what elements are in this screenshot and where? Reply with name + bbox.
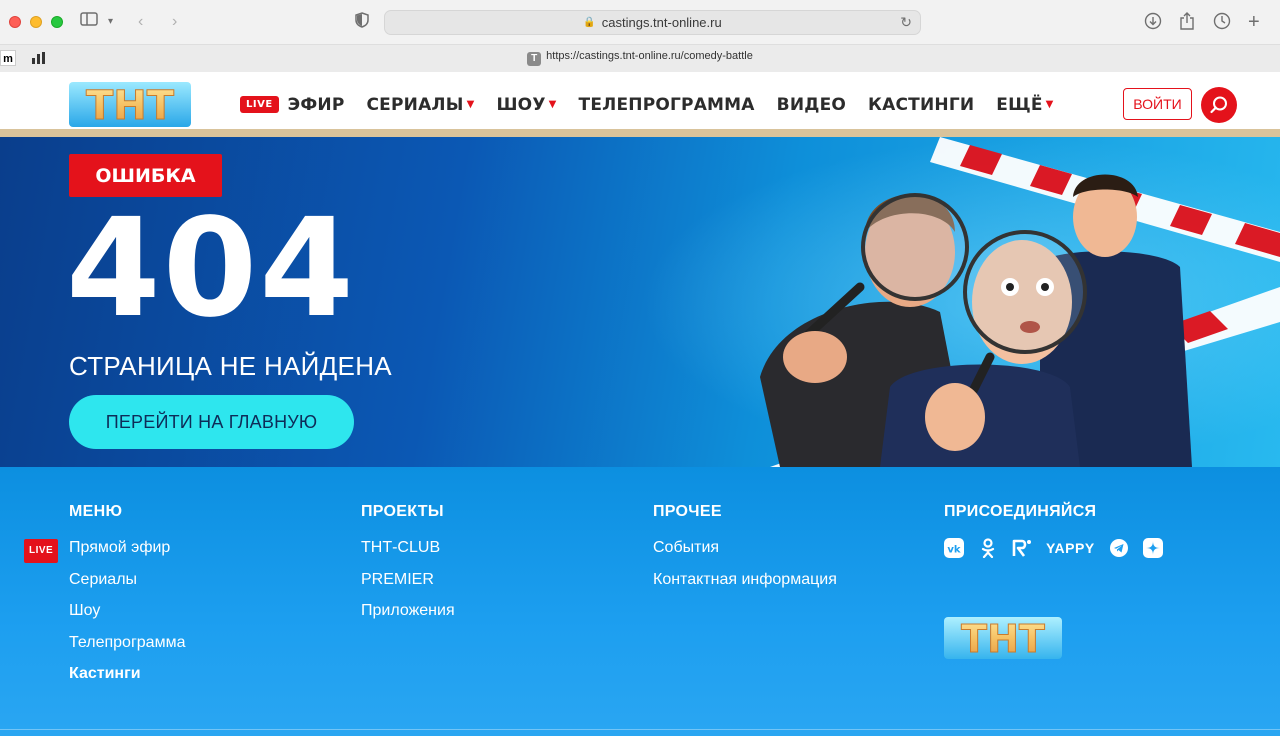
new-tab-icon[interactable]: +: [1248, 12, 1260, 32]
footer-link-events[interactable]: События: [653, 538, 837, 570]
address-bar[interactable]: 🔒 castings.tnt-online.ru ↻: [384, 10, 921, 35]
footer-link-apps[interactable]: Приложения: [361, 601, 455, 633]
hero-illustration: [740, 137, 1280, 467]
privacy-shield-icon[interactable]: [355, 12, 369, 34]
nav-item-live[interactable]: LIVE ЭФИР: [240, 95, 345, 115]
zoom-window-button[interactable]: [51, 16, 63, 28]
footer-menu-title: МЕНЮ: [69, 503, 123, 520]
telegram-icon[interactable]: [1109, 538, 1129, 558]
address-text: castings.tnt-online.ru: [601, 15, 722, 30]
footer-other-title: ПРОЧЕЕ: [653, 503, 722, 520]
lock-icon: 🔒: [583, 17, 596, 28]
footer-join-column: ПРИСОЕДИНЯЙСЯ vk YAPPY: [944, 503, 1163, 558]
nav-label: СЕРИАЛЫ: [366, 94, 464, 115]
svg-text:ТНТ: ТНТ: [961, 617, 1045, 659]
minimize-window-button[interactable]: [30, 16, 42, 28]
browser-chrome: ▾ ‹ › 🔒 castings.tnt-online.ru ↻ + m Tht…: [0, 0, 1280, 72]
footer-link-contacts[interactable]: Контактная информация: [653, 570, 837, 602]
yappy-icon[interactable]: YAPPY: [1046, 540, 1095, 556]
share-icon[interactable]: [1179, 12, 1195, 36]
nav-item-shows[interactable]: ШОУ ▼: [496, 95, 556, 115]
reload-icon[interactable]: ↻: [900, 14, 912, 31]
site-footer: МЕНЮ LIVE Прямой эфир Сериалы Шоу Телепр…: [0, 467, 1280, 736]
nav-label: ШОУ: [496, 94, 546, 115]
error-message: СТРАНИЦА НЕ НАЙДЕНА: [69, 351, 392, 381]
svg-text:ТНТ: ТНТ: [86, 83, 175, 127]
forward-icon[interactable]: ›: [172, 12, 177, 32]
nav-label: ВИДЕО: [776, 94, 847, 115]
main-nav: LIVE ЭФИР СЕРИАЛЫ ▼ ШОУ ▼ ТЕЛЕПРОГРАММА ВИ…: [240, 72, 1054, 137]
tnt-logo[interactable]: ТНТ: [69, 82, 191, 130]
active-tab[interactable]: Thttps://castings.tnt-online.ru/comedy-b…: [0, 50, 1280, 66]
history-icon[interactable]: [1213, 12, 1231, 36]
nav-label: КАСТИНГИ: [868, 94, 975, 115]
footer-projects-title: ПРОЕКТЫ: [361, 503, 444, 520]
tab-bar: m Thttps://castings.tnt-online.ru/comedy…: [0, 44, 1280, 72]
sidebar-toggle-icon[interactable]: [80, 12, 98, 32]
footer-menu-column: МЕНЮ LIVE Прямой эфир Сериалы Шоу Телепр…: [24, 503, 185, 696]
error-hero: ОШИБКА 404 СТРАНИЦА НЕ НАЙДЕНА ПЕРЕЙТИ Н…: [0, 137, 1280, 467]
search-icon: [1210, 96, 1227, 114]
footer-link-tnt-club[interactable]: ТНТ-CLUB: [361, 538, 455, 570]
search-button[interactable]: [1201, 87, 1237, 123]
browser-toolbar: ▾ ‹ › 🔒 castings.tnt-online.ru ↻ +: [0, 0, 1280, 44]
footer-link-tv-schedule[interactable]: Телепрограмма: [69, 633, 185, 665]
back-icon[interactable]: ‹: [138, 12, 143, 32]
live-badge: LIVE: [24, 539, 59, 563]
site-header: ТНТ LIVE ЭФИР СЕРИАЛЫ ▼ ШОУ ▼ ТЕЛЕПРОГРАММ…: [0, 72, 1280, 137]
footer-other-column: ПРОЧЕЕ События Контактная информация: [653, 503, 837, 601]
nav-label: ЭФИР: [287, 94, 345, 115]
footer-divider: [0, 729, 1280, 730]
go-home-button[interactable]: ПЕРЕЙТИ НА ГЛАВНУЮ: [69, 395, 354, 449]
nav-item-more[interactable]: ЕЩЁ ▼: [996, 95, 1053, 115]
tab-url-text: https://castings.tnt-online.ru/comedy-ba…: [546, 50, 753, 62]
social-links: vk YAPPY: [944, 538, 1163, 558]
downloads-icon[interactable]: [1144, 12, 1162, 36]
nav-item-castings[interactable]: КАСТИНГИ: [868, 95, 974, 115]
footer-link-serials[interactable]: Сериалы: [69, 570, 185, 602]
window-controls: [9, 16, 63, 28]
rutube-icon[interactable]: [1012, 538, 1032, 558]
nav-item-serials[interactable]: СЕРИАЛЫ ▼: [367, 95, 475, 115]
footer-link-shows[interactable]: Шоу: [69, 601, 185, 633]
svg-text:vk: vk: [947, 545, 961, 556]
nav-label: ЕЩЁ: [996, 94, 1043, 115]
chevron-down-icon: ▼: [1045, 99, 1054, 110]
footer-join-title: ПРИСОЕДИНЯЙСЯ: [944, 503, 1097, 520]
nav-item-video[interactable]: ВИДЕО: [777, 95, 846, 115]
chevron-down-icon: ▼: [548, 99, 557, 110]
close-window-button[interactable]: [9, 16, 21, 28]
footer-tnt-logo[interactable]: ТНТ: [944, 617, 1062, 662]
vk-icon[interactable]: vk: [944, 538, 964, 558]
nav-label: ТЕЛЕПРОГРАММА: [578, 94, 755, 115]
footer-projects-column: ПРОЕКТЫ ТНТ-CLUB PREMIER Приложения: [361, 503, 455, 633]
footer-link-castings[interactable]: Кастинги: [69, 664, 185, 696]
login-button[interactable]: ВОЙТИ: [1123, 88, 1192, 120]
error-code: 404: [66, 190, 356, 348]
chevron-down-icon[interactable]: ▾: [108, 12, 113, 32]
footer-link-premier[interactable]: PREMIER: [361, 570, 455, 602]
nav-item-tv-schedule[interactable]: ТЕЛЕПРОГРАММА: [579, 95, 755, 115]
dzen-icon[interactable]: [1142, 538, 1163, 558]
tab-favicon: T: [527, 52, 542, 66]
odnoklassniki-icon[interactable]: [978, 538, 998, 558]
chevron-down-icon: ▼: [466, 99, 475, 110]
footer-link-live[interactable]: LIVE Прямой эфир: [24, 538, 185, 570]
live-badge: LIVE: [240, 96, 279, 113]
